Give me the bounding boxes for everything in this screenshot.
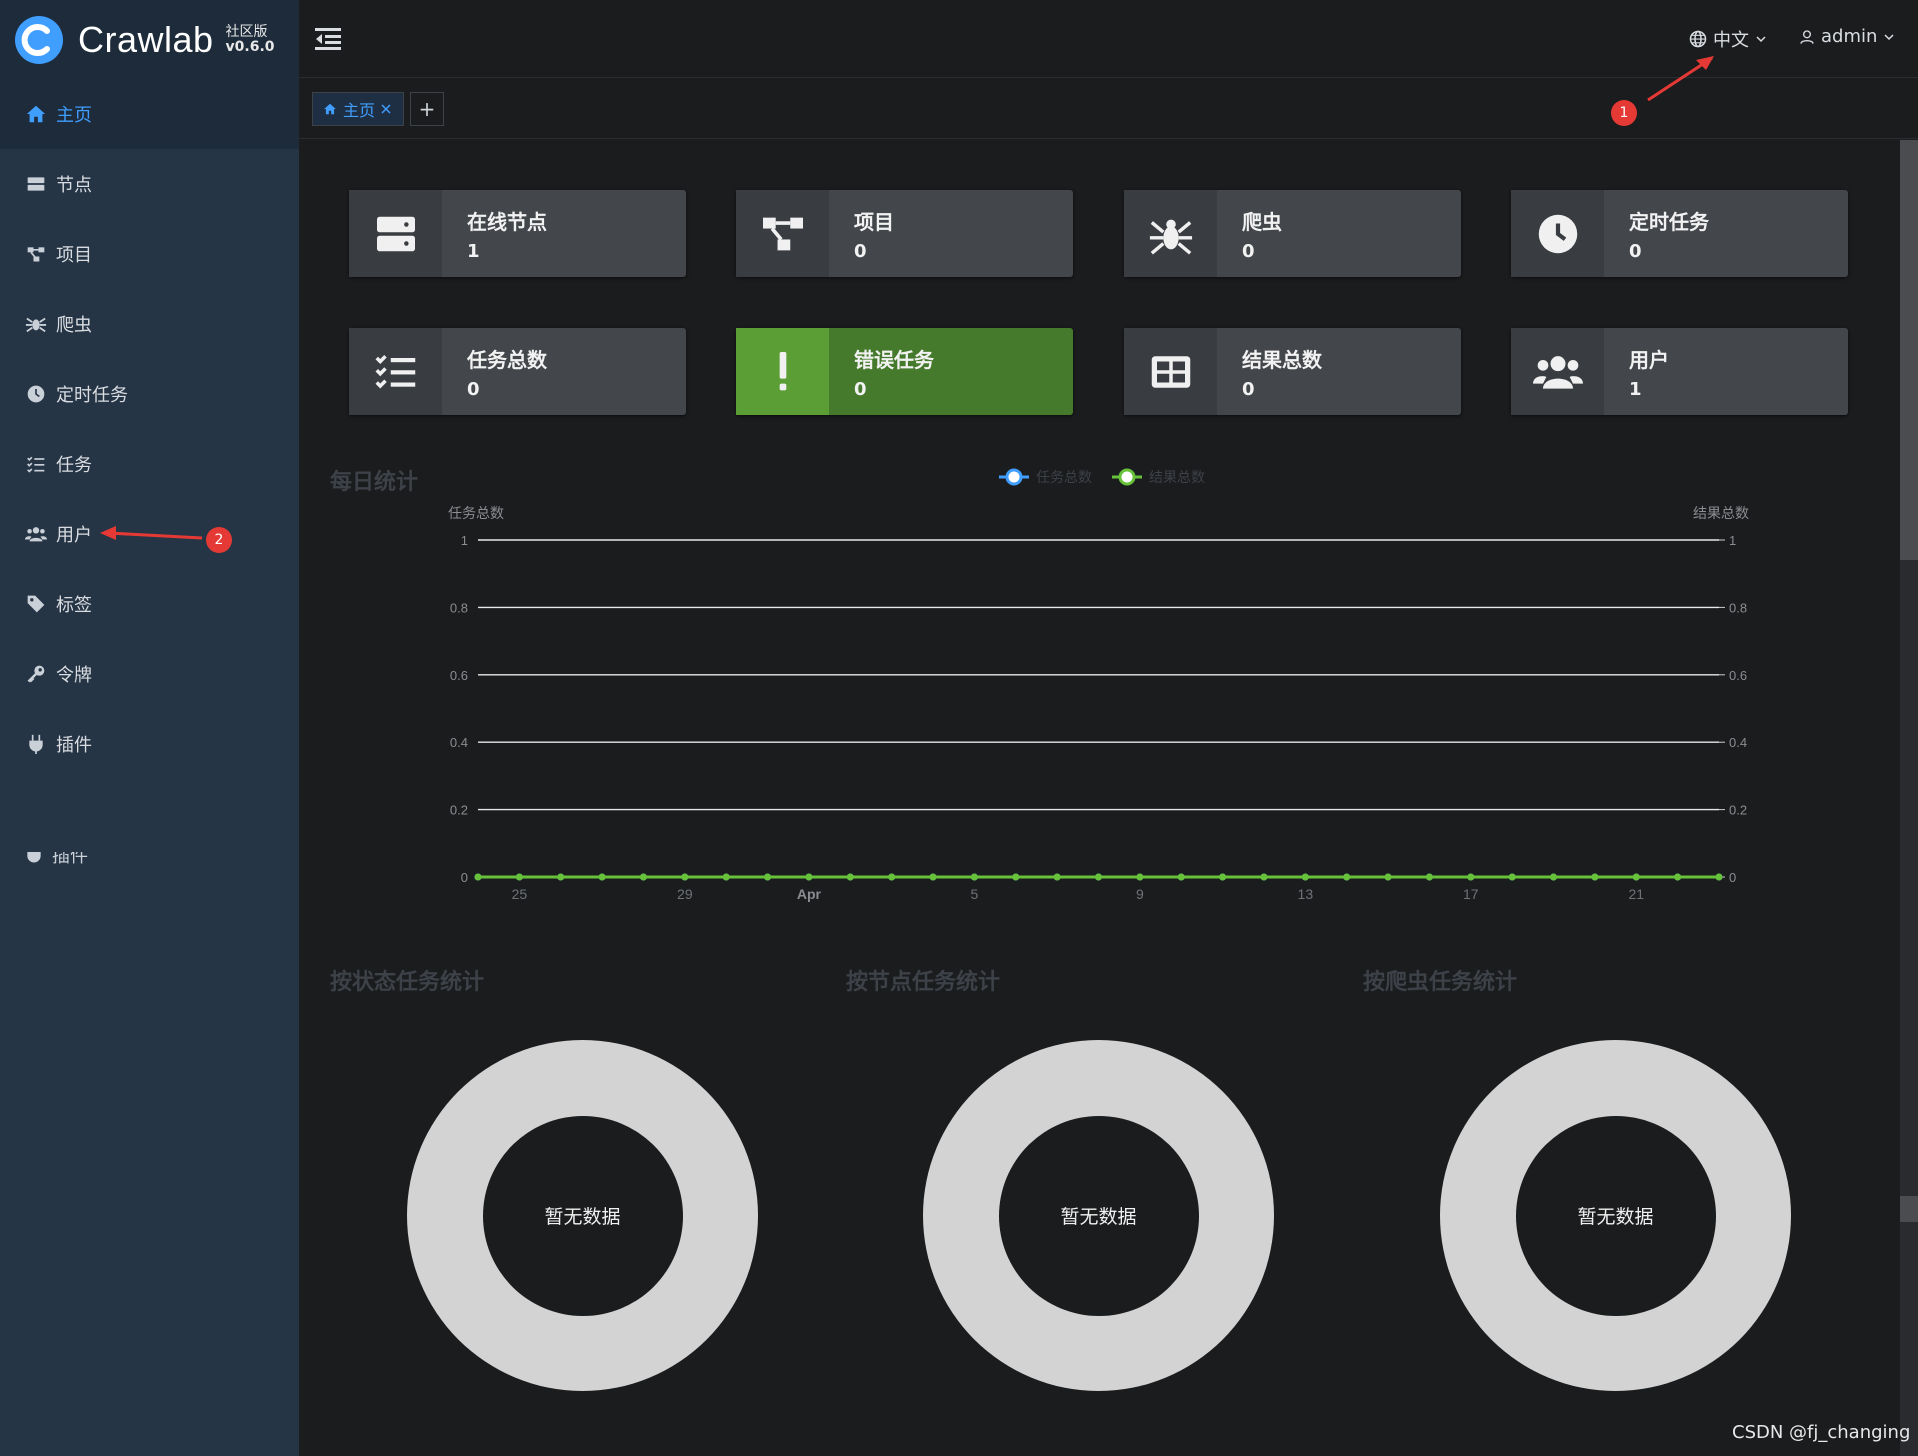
annotation-arrows	[100, 56, 1714, 540]
annotation-badge-2: 2	[206, 527, 232, 553]
annotation-arrowhead-2	[100, 526, 116, 540]
annotation-badge-1: 1	[1611, 100, 1637, 126]
watermark: CSDN @fj_changing	[1732, 1422, 1911, 1443]
annotation-arrow-2	[107, 531, 203, 540]
